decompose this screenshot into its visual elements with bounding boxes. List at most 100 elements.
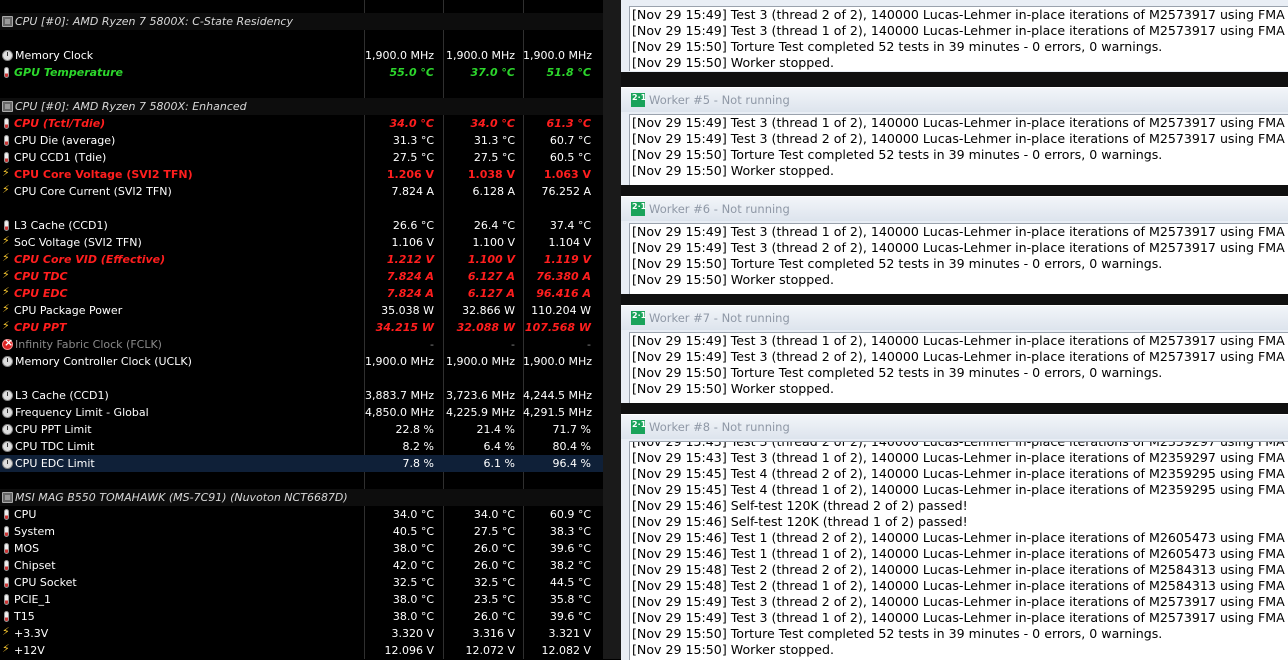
worker-title-bar[interactable]: 2·1 Worker #7 - Not running: [621, 306, 1288, 330]
worker-window-6[interactable]: 2·1 Worker #6 - Not running [Nov 29 15:49]…: [621, 196, 1288, 294]
minimum-value: 34.0 °C: [473, 508, 515, 521]
minimum-value: 32.866 W: [462, 304, 515, 317]
sensor-row[interactable]: CPU (Tctl/Tdie) 34.0 °C 34.0 °C 61.3 °C: [0, 115, 603, 132]
log-line: [Nov 29 15:50] Torture Test completed 52…: [632, 39, 1163, 54]
sensor-row[interactable]: CPU CCD1 (Tdie) 27.5 °C 27.5 °C 60.5 °C: [0, 149, 603, 166]
log-line: [Nov 29 15:49] Test 3 (thread 2 of 2), 1…: [632, 7, 1285, 22]
maximum-value: 3.321 V: [548, 627, 591, 640]
sensor-row[interactable]: +3.3V 3.320 V 3.316 V 3.321 V: [0, 625, 603, 642]
minimum-value: 1,900.0 MHz: [445, 49, 515, 62]
thermometer-icon: [4, 577, 9, 588]
worker-log[interactable]: [Nov 29 15:43] Test 3 (thread 2 of 2), 1…: [629, 441, 1288, 660]
sensor-row[interactable]: CPU TDC Limit 8.2 % 6.4 % 80.4 %: [0, 438, 603, 455]
sensor-row[interactable]: MOS 38.0 °C 26.0 °C 39.6 °C: [0, 540, 603, 557]
worker-window-8[interactable]: 2·1 Worker #8 - Not running [Nov 29 15:43]…: [621, 414, 1288, 660]
sensor-label: CPU (Tctl/Tdie): [14, 117, 106, 130]
sensor-row[interactable]: Infinity Fabric Clock (FCLK) - - -: [0, 336, 603, 353]
sensor-name-cell: CPU: [0, 508, 362, 521]
worker-log[interactable]: [Nov 29 15:49] Test 3 (thread 2 of 2), 1…: [629, 6, 1288, 71]
sensor-row[interactable]: CPU Core Current (SVI2 TFN) 7.824 A 6.128 …: [0, 183, 603, 200]
worker-title-bar[interactable]: 2·1 Worker #8 - Not running: [621, 415, 1288, 439]
worker-title: Worker #8 - Not running: [649, 420, 790, 434]
sensor-name-cell: L3 Cache (CCD1): [0, 219, 362, 232]
worker-window-7[interactable]: 2·1 Worker #7 - Not running [Nov 29 15:49]…: [621, 305, 1288, 403]
worker-title-bar[interactable]: 2·1 Worker #6 - Not running: [621, 197, 1288, 221]
maximum-value: 4,291.5 MHz: [523, 406, 593, 419]
lightning-icon: [2, 236, 12, 248]
maximum-value: 4,244.5 MHz: [523, 389, 593, 402]
sensor-row[interactable]: +12V 12.096 V 12.072 V 12.082 V: [0, 642, 603, 659]
sensor-row[interactable]: CPU Core VID (Effective) 1.212 V 1.100 V 1.…: [0, 251, 603, 268]
sensor-label: Memory Clock: [15, 49, 94, 62]
sensor-row[interactable]: CPU PPT 34.215 W 32.088 W 107.568 W: [0, 319, 603, 336]
sensor-row[interactable]: L3 Cache (CCD1) 3,883.7 MHz 3,723.6 MHz 4,2…: [0, 387, 603, 404]
current-value: 32.5 °C: [392, 576, 434, 589]
sensor-row[interactable]: CPU PPT Limit 22.8 % 21.4 % 71.7 %: [0, 421, 603, 438]
maximum-value: 80.4 %: [552, 440, 591, 453]
sensor-row[interactable]: Memory Controller Clock (UCLK) 1,900.0 MH…: [0, 353, 603, 370]
sensor-row[interactable]: CPU TDC 7.824 A 6.127 A 76.380 A: [0, 268, 603, 285]
current-value: 34.0 °C: [389, 117, 434, 130]
sensor-group-header[interactable]: CPU [#0]: AMD Ryzen 7 5800X: Enhanced: [0, 98, 603, 115]
log-line: [Nov 29 15:46] Self-test 120K (thread 2 …: [632, 498, 968, 513]
worker-log[interactable]: [Nov 29 15:49] Test 3 (thread 1 of 2), 1…: [629, 223, 1288, 294]
sensor-row[interactable]: CPU Socket 32.5 °C 32.5 °C 44.5 °C: [0, 574, 603, 591]
current-value: 31.3 °C: [392, 134, 434, 147]
minimum-value: 37.0 °C: [470, 66, 515, 79]
minimum-value: 31.3 °C: [473, 134, 515, 147]
current-value: 38.0 °C: [392, 593, 434, 606]
worker-window-top[interactable]: [Nov 29 15:49] Test 3 (thread 2 of 2), 1…: [621, 0, 1288, 72]
sensor-row[interactable]: T15 38.0 °C 26.0 °C 39.6 °C: [0, 608, 603, 625]
current-value: 3,883.7 MHz: [364, 389, 434, 402]
log-line: [Nov 29 15:50] Worker stopped.: [632, 163, 835, 178]
maximum-value: 35.8 °C: [549, 593, 591, 606]
sensor-name-cell: Memory Clock: [0, 49, 362, 62]
sensor-row[interactable]: Frequency Limit - Global 4,850.0 MHz 4,225…: [0, 404, 603, 421]
sensor-row[interactable]: PCIE_1 38.0 °C 23.5 °C 35.8 °C: [0, 591, 603, 608]
sensor-row[interactable]: CPU Package Power 35.038 W 32.866 W 110.204…: [0, 302, 603, 319]
sensor-group-header[interactable]: MSI MAG B550 TOMAHAWK (MS-7C91) (Nuvoton…: [0, 489, 603, 506]
lightning-icon: [2, 168, 12, 180]
current-value: 34.215 W: [375, 321, 434, 334]
sensor-row[interactable]: CPU EDC 7.824 A 6.127 A 96.416 A: [0, 285, 603, 302]
sensor-row[interactable]: CPU 34.0 °C 34.0 °C 60.9 °C: [0, 506, 603, 523]
sensor-row[interactable]: SoC Voltage (SVI2 TFN) 1.106 V 1.100 V 1.10…: [0, 234, 603, 251]
sensor-name-cell: CPU EDC: [0, 287, 362, 300]
sensor-label: Infinity Fabric Clock (FCLK): [15, 338, 162, 351]
worker-log[interactable]: [Nov 29 15:49] Test 3 (thread 1 of 2), 1…: [629, 114, 1288, 185]
sensor-row[interactable]: Memory Clock 1,900.0 MHz 1,900.0 MHz 1,900.…: [0, 47, 603, 64]
sensor-row[interactable]: System 40.5 °C 27.5 °C 38.3 °C: [0, 523, 603, 540]
sensor-name-cell: L3 Cache (CCD1): [0, 389, 362, 402]
sensor-name-cell: CPU (Tctl/Tdie): [0, 117, 362, 130]
maximum-value: 110.204 W: [531, 304, 591, 317]
sensor-label: CPU: [14, 508, 37, 521]
sensor-label: CPU PPT: [14, 321, 67, 334]
sensor-spacer: [0, 200, 603, 217]
sensor-label: CPU Core VID (Effective): [14, 253, 166, 266]
sensor-row[interactable]: CPU EDC Limit 7.8 % 6.1 % 96.4 %: [0, 455, 603, 472]
sensor-row[interactable]: L3 Cache (CCD1) 26.6 °C 26.4 °C 37.4 °C: [0, 217, 603, 234]
sensor-row[interactable]: CPU Core Voltage (SVI2 TFN) 1.206 V 1.038 …: [0, 166, 603, 183]
worker-title-bar[interactable]: 2·1 Worker #5 - Not running: [621, 88, 1288, 112]
log-line: [Nov 29 15:48] Test 2 (thread 1 of 2), 1…: [632, 578, 1285, 593]
maximum-value: 1.104 V: [548, 236, 591, 249]
pane-frame: [603, 0, 621, 659]
log-line: [Nov 29 15:50] Worker stopped.: [632, 381, 835, 396]
current-value: 27.5 °C: [392, 151, 434, 164]
sensor-name-cell: MOS: [0, 542, 362, 555]
minimum-value: 1.100 V: [467, 253, 515, 266]
thermometer-icon: [4, 509, 9, 520]
sensor-group-header[interactable]: CPU [#0]: AMD Ryzen 7 5800X: C-State Res…: [0, 13, 603, 30]
sensor-row[interactable]: CPU Die (average) 31.3 °C 31.3 °C 60.7 °C: [0, 132, 603, 149]
prime95-icon: 2·1: [631, 93, 646, 107]
sensor-label: GPU Temperature: [14, 66, 124, 79]
current-value: 22.8 %: [395, 423, 434, 436]
worker-log[interactable]: [Nov 29 15:49] Test 3 (thread 1 of 2), 1…: [629, 332, 1288, 403]
maximum-value: 44.5 °C: [549, 576, 591, 589]
sensor-row[interactable]: Chipset 42.0 °C 26.0 °C 38.2 °C: [0, 557, 603, 574]
worker-window-5[interactable]: 2·1 Worker #5 - Not running [Nov 29 15:49]…: [621, 87, 1288, 185]
sensor-row[interactable]: GPU Temperature 55.0 °C 37.0 °C 51.8 °C: [0, 64, 603, 81]
current-value: 1,900.0 MHz: [364, 355, 434, 368]
current-value: 7.8 %: [402, 457, 434, 470]
thermometer-icon: [4, 611, 9, 622]
